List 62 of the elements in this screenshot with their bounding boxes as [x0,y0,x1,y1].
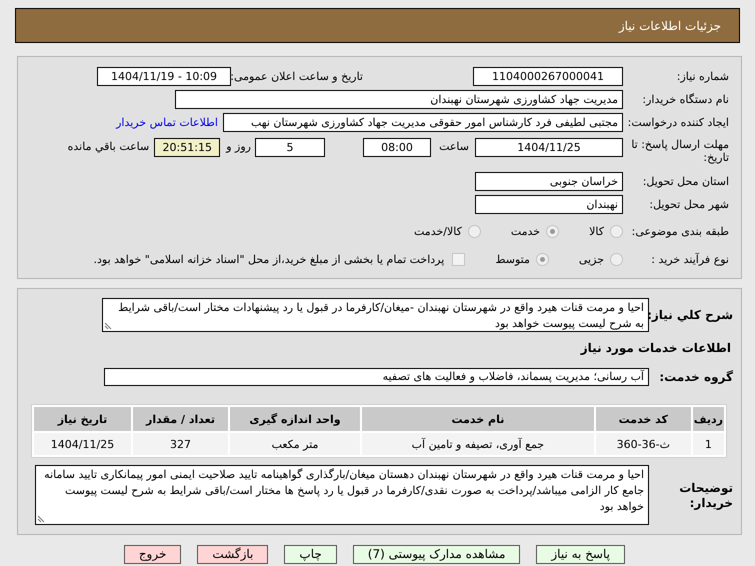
checkbox[interactable] [452,252,466,266]
field-label: مهلت ارسال پاسخ: تا تاریخ: [630,138,730,164]
table-cell: ث-36-360 [596,433,691,455]
radio-label: خدمت [510,224,540,238]
service-group-field: آب رسانی؛ مدیریت پسماند، فاضلاب و فعالیت های تصفیه [104,368,649,386]
field-label: استان محل تحویل: [642,175,730,188]
buyer-notes-field: احیا و مرمت قنات هیرد واقع در شهرستان نهبندان دهستان میغان/بارگذاری گواهینامه تایید صلاحیت ایمنی امور پیمانکاری تایید سامانه جامع کار الزامی میباشد/پرداخت به صورت نقدی/کارفرما در قبول یا رد پاسخ ها مختار است/باقی شرایط به شرح لیست پیوست خواهد بود [35,465,649,525]
field-label: ساعت باقي مانده [68,140,150,153]
table-cell: متر مکعب [230,433,360,455]
action-button[interactable]: چاپ [284,545,337,564]
radio-button[interactable] [610,224,623,238]
field-label: شهر محل تحویل: [648,198,730,211]
field-label: نام دستگاه خریدار: [641,93,730,106]
requester-field: مجتبی لطیفی فرد کارشناس امور حقوقی مدیریت جهاد کشاورزی شهرستان نهب [223,113,623,132]
days-field: 5 [255,138,325,157]
radio-button[interactable] [610,252,623,266]
field-label: روز و [226,140,251,153]
table-cell: جمع آوری، تصیفه و تامین آب [362,433,594,455]
action-button[interactable]: مشاهده مدارک پیوستی (7) [352,545,520,564]
column-header: واحد اندازه گیری [230,407,360,431]
section-title: اطلاعات خدمات مورد نیاز [579,341,731,355]
resize-handle-icon[interactable] [37,515,45,523]
field-label: تاریخ و ساعت اعلان عمومی: [231,70,363,83]
contact-link[interactable]: اطلاعات تماس خریدار [116,116,218,129]
radio-label: جزیی [578,252,604,266]
radio-button[interactable] [468,224,481,238]
field-label: شرح کلي نياز: [649,308,734,322]
action-button[interactable]: پاسخ به نیاز [536,545,625,564]
remaining-time-field: 20:51:15 [154,138,220,157]
radio-label: کالا/خدمت [414,224,462,238]
column-header: کد خدمت [596,407,691,431]
checkbox-label: پرداخت تمام یا بخشی از مبلغ خرید،از محل "اسناد خزانه اسلامی" خواهد بود. [94,252,444,266]
radio-label: متوسط [495,252,530,266]
buyer-org-field: مدیریت جهاد کشاورزی شهرستان نهبندان [175,90,623,109]
radio-label: کالا [589,224,604,238]
page-title: جزئیات اطلاعات نیاز [618,18,721,32]
field-label: شماره نیاز: [676,70,730,83]
field-label: ساعت [438,140,469,153]
description-field: احیا و مرمت قنات هیرد واقع در شهرستان نهبندان -میغان/کارفرما در قبول یا رد پیشنهادات مختار است/باقی شرایط به شرح لیست پیوست خواهد بود [102,298,649,332]
table-cell: 327 [133,433,228,455]
action-button[interactable]: بازگشت [197,545,268,564]
city-field: نهبندان [475,195,623,214]
deadline-date-field: 1404/11/25 [475,138,623,157]
field-label: ایجاد کننده درخواست: [626,116,730,129]
deadline-time-field: 08:00 [363,138,431,157]
table-cell: 1404/11/25 [34,433,131,455]
radio-button[interactable] [546,224,560,238]
field-label: طبقه بندی موضوعی: [630,224,730,238]
field-label: نوع فرآیند خرید : [650,252,730,266]
table-cell: 1 [692,433,724,455]
resize-handle-icon[interactable] [104,322,112,330]
column-header: تاریخ نیاز [34,407,131,431]
province-field: خراسان جنوبی [475,172,623,191]
radio-button[interactable] [536,252,549,266]
need-number-field: 1104000267000041 [473,67,623,86]
announce-date-field: 1404/11/19 - 10:09 [97,67,231,86]
column-header: ردیف [692,407,724,431]
column-header: تعداد / مقدار [133,407,228,431]
column-header: نام خدمت [362,407,594,431]
action-button[interactable]: خروج [124,545,182,564]
field-label: گروه خدمت: [658,370,734,384]
field-label: توضیحات خریدار: [678,481,734,511]
